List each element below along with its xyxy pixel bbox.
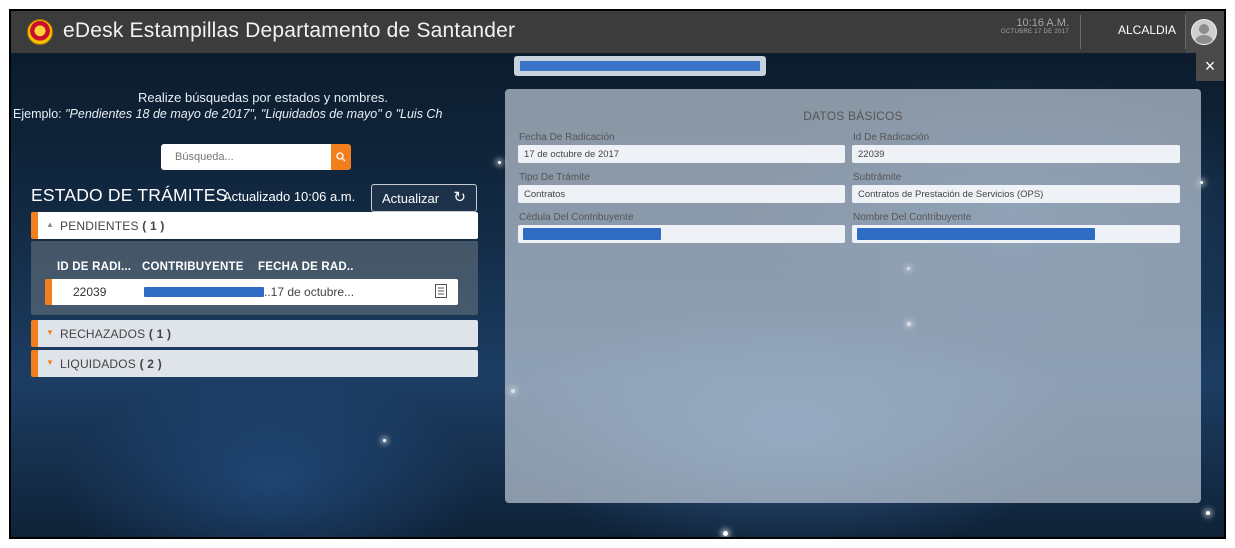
- expand-arrow-icon: ▼: [46, 328, 54, 337]
- row-id: 22039: [73, 285, 107, 299]
- cedula-contribuyente-field[interactable]: [518, 225, 845, 243]
- santander-logo-icon: [27, 19, 53, 45]
- search-box: [161, 144, 351, 170]
- refresh-icon: ↻: [453, 189, 466, 206]
- search-hint-prefix: Ejemplo:: [13, 107, 66, 121]
- search-hint-example-text: "Pendientes 18 de mayo de 2017", "Liquid…: [65, 107, 443, 121]
- top-bar: eDesk Estampillas Departamento de Santan…: [11, 11, 1224, 53]
- cedula-contribuyente-label: Cédula Del Contribuyente: [519, 212, 634, 223]
- search-button[interactable]: [331, 144, 351, 170]
- divider: [1080, 15, 1081, 49]
- fecha-radicacion-field[interactable]: 17 de octubre de 2017: [518, 145, 845, 163]
- redaction-bar: [857, 228, 1095, 240]
- section-rechazados-label: RECHAZADOS ( 1 ): [60, 327, 172, 341]
- datos-basicos-title: DATOS BÁSICOS: [803, 109, 903, 123]
- redaction-bar: [520, 61, 760, 71]
- nombre-contribuyente-field[interactable]: [852, 225, 1180, 243]
- id-radicacion-label: Id De Radicación: [853, 132, 930, 143]
- redaction-bar: [523, 228, 661, 240]
- search-icon: [336, 152, 346, 162]
- id-radicacion-field[interactable]: 22039: [852, 145, 1180, 163]
- subtramite-label: Subtrámite: [853, 172, 902, 183]
- expand-arrow-icon: ▼: [46, 358, 54, 367]
- star-decoration: [383, 439, 386, 442]
- clock: 10:16 A.M. OCTUBRE 17 DE 2017: [1001, 17, 1069, 35]
- column-header-id[interactable]: ID DE RADI...: [57, 261, 131, 273]
- section-liquidados-label: LIQUIDADOS ( 2 ): [60, 357, 162, 371]
- pendientes-table: ID DE RADI... CONTRIBUYENTE FECHA DE RAD…: [31, 241, 478, 315]
- column-header-contribuyente[interactable]: CONTRIBUYENTE: [142, 261, 244, 273]
- search-input[interactable]: [161, 144, 331, 170]
- section-pendientes[interactable]: ▲ PENDIENTES ( 1 ): [31, 212, 478, 239]
- star-decoration: [498, 161, 501, 164]
- refresh-button-label: Actualizar: [382, 191, 440, 206]
- row-fecha: ..17 de octubre...: [264, 285, 355, 299]
- redacted-contribuyente: [144, 287, 264, 297]
- close-button[interactable]: ×: [1196, 53, 1224, 81]
- refresh-button[interactable]: Actualizar ↻: [371, 184, 477, 212]
- section-rechazados[interactable]: ▼ RECHAZADOS ( 1 ): [31, 320, 478, 347]
- redacted-detail-title: [514, 56, 766, 76]
- user-role-button[interactable]: ALCALDIA: [1118, 23, 1176, 37]
- tipo-tramite-field[interactable]: Contratos: [518, 185, 845, 203]
- star-decoration: [1206, 511, 1210, 515]
- column-header-fecha[interactable]: FECHA DE RAD..: [258, 261, 354, 273]
- subtramite-field[interactable]: Contratos de Prestación de Servicios (OP…: [852, 185, 1180, 203]
- nombre-contribuyente-label: Nombre Del Contribuyente: [853, 212, 972, 223]
- section-liquidados[interactable]: ▼ LIQUIDADOS ( 2 ): [31, 350, 478, 377]
- updated-timestamp: Actualizado 10:06 a.m.: [223, 189, 356, 204]
- user-menu[interactable]: [1186, 11, 1224, 53]
- tipo-tramite-label: Tipo De Trámite: [519, 172, 590, 183]
- app-window: eDesk Estampillas Departamento de Santan…: [9, 9, 1226, 539]
- avatar-icon[interactable]: [1191, 19, 1217, 45]
- clock-date: OCTUBRE 17 DE 2017: [1000, 29, 1069, 35]
- detail-panel: DATOS BÁSICOS Fecha De Radicación 17 de …: [505, 89, 1201, 503]
- collapse-arrow-icon: ▲: [46, 220, 54, 229]
- section-pendientes-label: PENDIENTES ( 1 ): [60, 219, 165, 233]
- fecha-radicacion-label: Fecha De Radicación: [519, 132, 615, 143]
- clock-time: 10:16 A.M.: [1016, 17, 1069, 29]
- document-icon[interactable]: [435, 284, 447, 298]
- app-title: eDesk Estampillas Departamento de Santan…: [63, 19, 516, 42]
- search-hint-examples: Ejemplo: "Pendientes 18 de mayo de 2017"…: [13, 107, 483, 121]
- search-hint: Realize búsquedas por estados y nombres.: [138, 90, 389, 105]
- table-row[interactable]: 22039 ..17 de octubre...: [45, 279, 458, 305]
- estado-tramites-title: ESTADO DE TRÁMITES: [31, 185, 228, 205]
- star-decoration: [723, 531, 728, 536]
